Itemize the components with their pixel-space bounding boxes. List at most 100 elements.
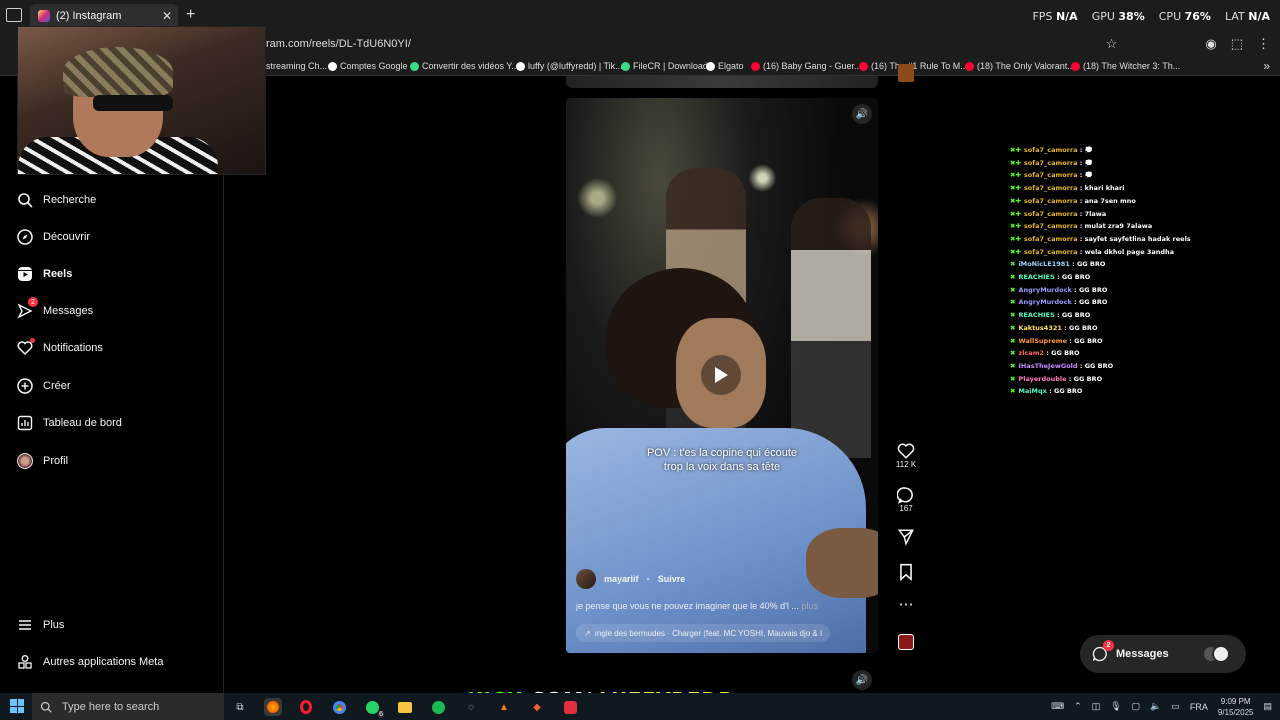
cpu-label: CPU: [1158, 10, 1182, 23]
description-more-link[interactable]: plus: [801, 601, 818, 611]
new-tab-icon[interactable]: +: [186, 6, 195, 24]
chat-text: GG BRO: [1078, 298, 1108, 307]
url-field[interactable]: ram.com/reels/DL-TdU6N0YI/: [266, 38, 411, 50]
kick-badge-icon: ✖✚: [1010, 209, 1021, 218]
microphone-icon[interactable]: 🎙: [1110, 701, 1121, 712]
like-button[interactable]: 112 K: [894, 442, 918, 469]
kick-badge-icon: ✖✚: [1010, 247, 1021, 256]
file-explorer-icon[interactable]: [396, 698, 414, 716]
sidebar-item-plus[interactable]: Plus: [16, 616, 64, 633]
author-username[interactable]: mayariif: [604, 574, 639, 584]
search-icon: [40, 701, 52, 713]
chat-text: GG BRO: [1074, 336, 1103, 345]
save-button[interactable]: [894, 563, 918, 581]
chat-message: ✖✚ sofa7_camorra : khari khari: [1010, 184, 1124, 192]
chat-message: ✖ AngryMurdock : GG BRO: [1010, 286, 1107, 294]
extensions-icon[interactable]: ⬚: [1231, 36, 1243, 52]
next-reel-volume-icon[interactable]: 🔊: [852, 670, 872, 690]
sidebar-item-profil[interactable]: Profil: [16, 452, 68, 469]
bookmark-item[interactable]: FileCR | Download: [621, 61, 708, 71]
opera-icon[interactable]: [297, 698, 315, 716]
sidebar-item-creer[interactable]: Créer: [16, 377, 71, 394]
compass-icon: [16, 228, 33, 245]
chat-message: ✖✚ sofa7_camorra : 💭: [1010, 146, 1093, 154]
bookmark-item[interactable]: (16) Baby Gang - Guer...: [751, 61, 862, 71]
camera-icon[interactable]: ▢: [1132, 701, 1141, 712]
reel-audio-chip[interactable]: ↗ ıngle des bermudes · Charger (feat. MC…: [576, 624, 831, 642]
bookmark-item[interactable]: (18) The Witcher 3: Th...: [1071, 61, 1180, 71]
bookmark-item[interactable]: streaming Ch...: [266, 61, 327, 71]
separator-dot: •: [646, 574, 650, 584]
play-button[interactable]: [701, 355, 741, 395]
task-view-icon[interactable]: ⧉: [231, 698, 249, 716]
chat-separator: :: [1071, 298, 1079, 307]
messages-pill-badge: 2: [1103, 640, 1114, 651]
bookmark-item[interactable]: luffy (@luffyredd) | Tik...: [516, 61, 623, 71]
fps-label: FPS: [1032, 10, 1053, 23]
reels-icon: [16, 265, 33, 282]
language-indicator[interactable]: FRA: [1190, 702, 1208, 712]
bookmark-item[interactable]: Comptes Google: [328, 61, 408, 71]
tab-close-icon[interactable]: ✕: [162, 9, 172, 23]
tab-instagram[interactable]: (2) Instagram ✕: [30, 4, 178, 28]
sidebar-item-meta-apps[interactable]: Autres applications Meta: [16, 653, 163, 670]
notification-center-icon[interactable]: ▤: [1263, 701, 1272, 712]
tab-actions-icon[interactable]: [6, 8, 22, 22]
share-button[interactable]: [894, 528, 918, 546]
clock[interactable]: 9:09 PM 9/15/2025: [1218, 696, 1254, 718]
chat-username: REACHIES: [1018, 311, 1055, 320]
battery-icon[interactable]: ▭: [1171, 701, 1180, 712]
whatsapp-badge: 6: [378, 711, 384, 718]
sidebar-item-reels[interactable]: Reels: [16, 265, 72, 282]
chat-username: sofa7_camorra: [1023, 247, 1078, 256]
speaker-icon[interactable]: 🔈: [1150, 701, 1161, 712]
red-app-icon[interactable]: [561, 698, 579, 716]
network-icon[interactable]: ◫: [1092, 701, 1101, 712]
play-icon: [715, 367, 728, 383]
screen: (2) Instagram ✕ + FPS N/A GPU 38% CPU 76…: [0, 0, 1280, 720]
spotify-icon[interactable]: [429, 698, 447, 716]
sidebar-item-decouvrir[interactable]: Découvrir: [16, 228, 90, 245]
chat-text: GG BRO: [1073, 374, 1103, 383]
menu-icon[interactable]: ⋮: [1257, 36, 1270, 52]
kick-badge-icon: ✖: [1010, 323, 1016, 332]
chrome-icon[interactable]: [330, 698, 348, 716]
chat-separator: :: [1054, 273, 1062, 281]
sidebar-item-messages[interactable]: 2 Messages: [16, 297, 93, 319]
bookmark-item[interactable]: Elgato: [706, 61, 744, 71]
keyboard-icon[interactable]: ⌨: [1051, 701, 1064, 712]
audio-thumbnail[interactable]: [898, 634, 914, 650]
messages-pill[interactable]: 2 Messages: [1080, 635, 1246, 673]
whatsapp-icon[interactable]: 6: [363, 698, 384, 718]
sidebar-item-tableau-de-bord[interactable]: Tableau de bord: [16, 414, 122, 431]
heart-icon: [16, 338, 35, 356]
previous-audio-thumbnail[interactable]: [898, 64, 914, 82]
previous-reel-edge: [566, 76, 878, 88]
comment-button[interactable]: 167: [894, 486, 918, 513]
bookmark-label: (18) The Witcher 3: Th...: [1083, 61, 1181, 71]
follow-button[interactable]: Suivre: [658, 574, 686, 584]
more-options-button[interactable]: ⋯: [894, 596, 918, 614]
account-icon[interactable]: ◉: [1205, 36, 1216, 52]
author-avatar[interactable]: [576, 569, 596, 589]
chat-username: REACHIES: [1018, 273, 1055, 281]
taskbar-search[interactable]: Type here to search: [32, 693, 224, 720]
chat-text: GG BRO: [1061, 311, 1091, 320]
bookmarks-overflow-icon[interactable]: »: [1263, 59, 1270, 73]
volume-icon[interactable]: 🔊: [852, 104, 872, 124]
chat-separator: :: [1066, 374, 1074, 383]
app-icon[interactable]: ◌: [462, 698, 480, 716]
arc-icon[interactable]: ▲: [495, 698, 513, 716]
star-icon[interactable]: ☆: [1106, 36, 1118, 52]
tray-overflow-icon[interactable]: ⌃: [1074, 701, 1082, 712]
sidebar-item-notifications[interactable]: Notifications: [16, 338, 103, 356]
brave-icon[interactable]: ◆: [528, 698, 546, 716]
kick-badge-icon: ✖: [1010, 336, 1016, 345]
windows-start-icon[interactable]: [10, 699, 24, 713]
bookmark-item[interactable]: Convertir des vidéos Y...: [410, 61, 519, 71]
chat-text: GG BRO: [1076, 260, 1106, 269]
sidebar-item-recherche[interactable]: Recherche: [16, 191, 96, 208]
like-count: 112 K: [895, 460, 917, 469]
firefox-icon[interactable]: [264, 698, 282, 716]
bookmark-item[interactable]: (18) The Only Valorant...: [965, 61, 1075, 71]
